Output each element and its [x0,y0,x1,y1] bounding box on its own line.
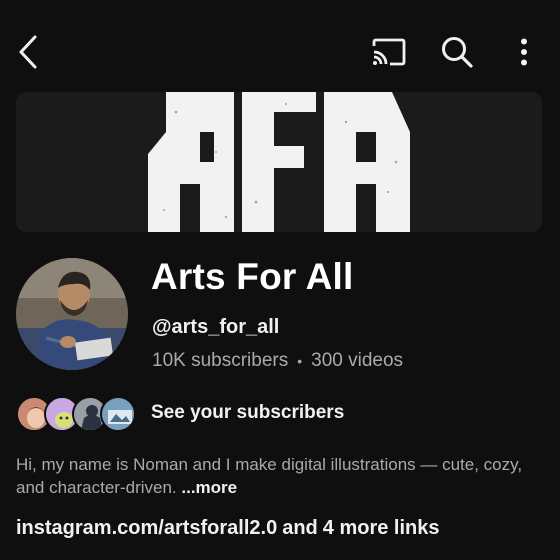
top-app-bar [0,0,560,92]
search-button[interactable] [434,30,480,74]
stats-separator: • [297,353,303,369]
links-joiner: and [282,517,318,539]
subscriber-avatar [100,396,136,432]
channel-avatar[interactable] [16,258,128,370]
see-subscribers-label: See your subscribers [151,402,345,423]
primary-link[interactable]: instagram.com/artsforall2.0 [16,517,277,539]
more-options-button[interactable] [506,30,542,74]
channel-handle: @arts_for_all [152,316,280,338]
channel-links[interactable]: instagram.com/artsforall2.0 and 4 more lin… [16,517,440,540]
more-links[interactable]: 4 more links [323,517,440,539]
cast-icon [372,38,406,66]
back-arrow-icon [19,35,37,69]
description-more-link[interactable]: ...more [181,478,237,497]
video-count: 300 videos [311,350,404,371]
more-vertical-icon [521,38,527,66]
search-icon [442,37,473,68]
see-subscribers-row[interactable]: See your subscribers [16,392,344,436]
subscriber-count: 10K subscribers [152,350,289,371]
channel-avatar-image [16,258,128,370]
cast-button[interactable] [366,32,412,72]
channel-banner[interactable] [16,92,542,232]
description-text: Hi, my name is Noman and I make digital … [16,455,523,497]
back-button[interactable] [8,26,48,78]
channel-banner-logo [148,92,410,232]
channel-name: Arts For All [151,256,354,297]
channel-description[interactable]: Hi, my name is Noman and I make digital … [16,453,550,499]
subscriber-avatar-stack [16,394,140,434]
channel-stats: 10K subscribers • 300 videos [152,350,403,372]
